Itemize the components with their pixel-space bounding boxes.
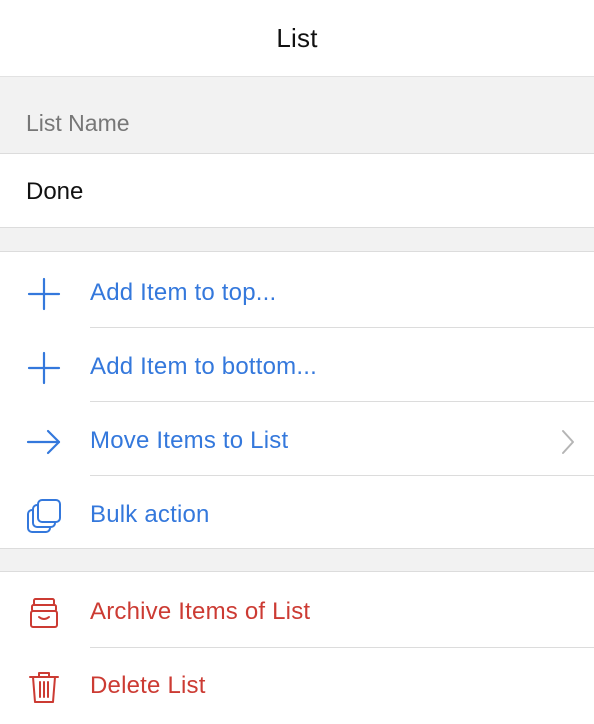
add-item-top-label: Add Item to top... <box>90 279 277 306</box>
add-item-top-button[interactable]: Add Item to top... <box>0 257 594 331</box>
move-items-label: Move Items to List <box>90 427 289 454</box>
divider <box>90 401 594 402</box>
actions-group: Add Item to top... Add Item to bottom...… <box>0 251 594 549</box>
group-spacer <box>0 228 594 252</box>
danger-actions-group: Archive Items of List Delete List <box>0 571 594 721</box>
move-items-to-list-button[interactable]: Move Items to List <box>0 405 594 479</box>
add-item-bottom-label: Add Item to bottom... <box>90 353 317 380</box>
delete-list-label: Delete List <box>90 672 206 699</box>
bulk-action-button[interactable]: Bulk action <box>0 479 594 553</box>
nav-bar: List <box>0 0 594 77</box>
plus-icon <box>27 351 61 385</box>
plus-icon <box>27 277 61 311</box>
page-title: List <box>276 22 318 53</box>
chevron-right-icon <box>562 430 574 454</box>
list-name-value[interactable]: Done <box>26 178 83 206</box>
stack-icon <box>27 499 61 533</box>
arrow-right-icon <box>26 429 61 455</box>
bulk-action-label: Bulk action <box>90 501 210 528</box>
divider <box>90 475 594 476</box>
archive-box-icon <box>30 598 58 628</box>
divider <box>90 327 594 328</box>
list-name-field[interactable]: Done <box>0 153 594 228</box>
group-spacer <box>0 549 594 571</box>
trash-icon <box>29 672 59 703</box>
archive-items-label: Archive Items of List <box>90 598 311 625</box>
add-item-bottom-button[interactable]: Add Item to bottom... <box>0 331 594 405</box>
divider <box>90 647 594 648</box>
delete-list-button[interactable]: Delete List <box>0 650 594 724</box>
archive-items-button[interactable]: Archive Items of List <box>0 576 594 650</box>
list-name-section-label: List Name <box>26 110 130 136</box>
